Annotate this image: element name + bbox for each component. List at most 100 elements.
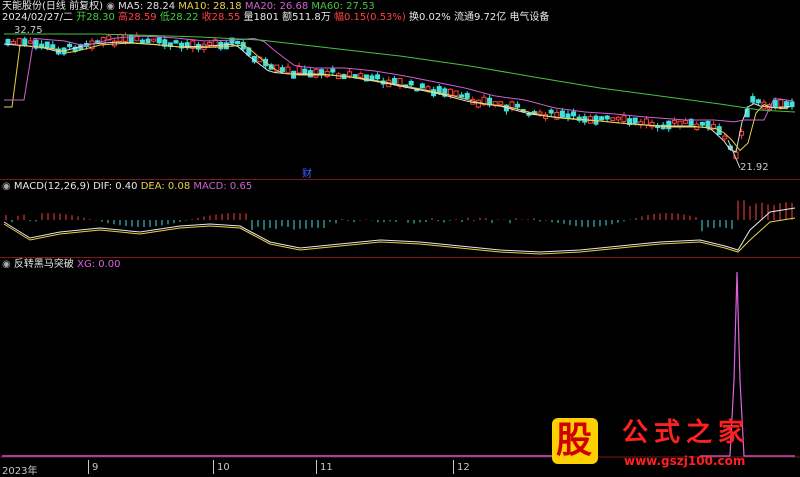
candle [313,68,319,78]
candle [772,99,778,108]
adjust-mode[interactable]: (日线 前复权) [42,1,103,12]
candle [151,38,157,42]
candle [207,41,213,46]
dea-line [3,217,796,255]
logo-badge: 股 [552,418,598,464]
candle [279,67,285,73]
xaxis-tick-mark [453,460,454,474]
candle [621,115,627,122]
indicator-header: ◉ 反转黑马突破 XG: 0.00 [2,259,121,270]
candle [145,38,151,44]
candle [156,37,162,44]
candle [201,43,207,50]
turnover-value: 换0.02% [409,12,451,23]
candle [705,120,711,128]
ma5-line [3,41,791,153]
xg-value: XG: 0.00 [77,259,121,270]
panel-divider-2 [0,257,800,258]
candle [755,99,761,104]
float-value: 流通9.72亿 [453,12,507,23]
candle [453,90,459,97]
close-value: 收28.55 [201,12,241,23]
finance-event-marker[interactable]: 财 [302,165,312,180]
candle [347,71,353,77]
candle [599,116,605,121]
stock-name[interactable]: 天能股份 [2,1,42,12]
candle [666,120,672,130]
candle [139,39,145,43]
price-candles [5,32,795,160]
volume-value: 量1801 [243,12,279,23]
candle [632,117,638,124]
macd-value: MACD: 0.65 [193,181,253,192]
candle [16,37,22,46]
open-value: 开28.30 [76,12,115,23]
candle [565,113,571,118]
chart-canvas[interactable] [0,0,800,474]
candle [683,120,689,124]
candle [67,43,73,48]
candle [643,118,649,126]
indicator-title[interactable]: 反转黑马突破 [14,259,74,270]
candle [235,41,241,45]
candle [671,119,677,124]
candle [459,94,465,98]
panel-divider-1 [0,179,800,180]
quote-date: 2024/02/27/二 [2,12,74,23]
xaxis-tick-11: 11 [320,462,333,473]
macd-title[interactable]: MACD(12,26,9) [14,181,90,192]
ma-toggle-icon[interactable]: ◉ [106,1,115,12]
change-value: 幅0.15(0.53%) [333,12,406,23]
site-name: 公式之家 [622,418,751,448]
candle [750,96,756,103]
candle [464,92,470,99]
candle [44,41,50,48]
ma10-line [4,42,789,152]
ma10-label: MA10: 28.18 [178,1,242,12]
xaxis-tick-mark [213,460,214,474]
candle [419,83,425,89]
candle [699,121,705,126]
candle [778,99,784,108]
ma60-label: MA60: 27.53 [311,1,375,12]
candle [537,111,543,115]
quote-header: 2024/02/27/二 开28.30 高28.59 低28.22 收28.55… [2,12,549,23]
candle [789,101,795,108]
xaxis-tick-year: 2023年 [2,466,38,477]
candle [27,40,33,44]
candle [548,109,554,114]
dea-value: DEA: 0.08 [140,181,191,192]
candle [615,116,621,121]
candle [722,135,728,140]
candle [223,42,229,50]
ma5-label: MA5: 28.24 [118,1,176,12]
ma20-label: MA20: 26.68 [244,1,309,12]
xaxis-tick-10: 10 [217,462,230,473]
candle [515,103,521,108]
site-url[interactable]: www.gszj100.com [624,454,745,468]
watermark: 股 公式之家 www.gszj100.com [548,414,796,474]
macd-settings-icon[interactable]: ◉ [2,181,11,192]
low-price-marker: 21.92 [740,162,769,173]
candle [571,111,577,117]
candle [375,74,381,80]
candle [11,40,17,45]
indicator-settings-icon[interactable]: ◉ [2,259,11,270]
low-value: 低28.22 [159,12,199,23]
dif-value: DIF: 0.40 [93,181,138,192]
macd-header: ◉ MACD(12,26,9) DIF: 0.40 DEA: 0.08 MACD… [2,181,252,192]
candle [22,38,28,46]
xaxis-tick-mark [88,460,89,474]
price-header: 天能股份(日线 前复权) ◉ MA5: 28.24 MA10: 28.18 MA… [2,1,375,12]
candle [358,73,364,78]
macd-histogram [5,200,793,232]
candle [324,70,330,78]
xaxis-tick-12: 12 [457,462,470,473]
candle [285,66,291,74]
xaxis-tick-mark [316,460,317,474]
candle [498,101,504,105]
sector-label: 电气设备 [509,12,550,23]
high-value: 高28.59 [118,12,157,23]
amount-value: 额511.8万 [282,12,331,23]
xaxis-tick-9: 9 [92,462,99,473]
